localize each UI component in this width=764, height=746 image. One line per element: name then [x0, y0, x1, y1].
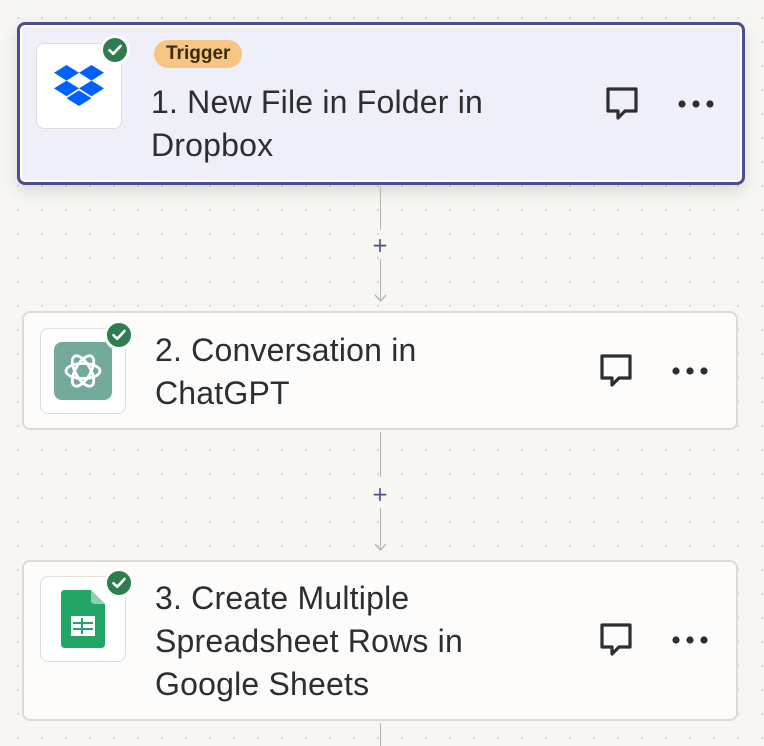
step-2-title-line-1: 2. Conversation in [155, 332, 417, 368]
trigger-badge: Trigger [154, 40, 243, 68]
step-2-title: 2. Conversation in ChatGPT [155, 329, 575, 415]
chatgpt-icon [54, 342, 112, 400]
step-1-title-line-2: Dropbox [151, 127, 274, 163]
connector-line [380, 432, 381, 477]
step-3-comment-button[interactable] [596, 620, 636, 660]
connector-line [380, 186, 381, 230]
step-2-check-icon [104, 320, 134, 350]
add-step-button-2[interactable]: + [366, 482, 394, 506]
comment-icon [600, 354, 632, 387]
step-3-title-line-1: 3. Create Multiple [155, 580, 410, 616]
app-tile-chatgpt [40, 320, 134, 414]
app-tile-dropbox [36, 35, 130, 129]
step-card-1[interactable]: Trigger 1. New File in Folder in Dropbox [17, 22, 745, 185]
app-tile-google-sheets [40, 568, 134, 662]
add-step-button-1[interactable]: + [366, 233, 394, 257]
step-1-title-line-1: 1. New File in Folder in [151, 84, 484, 120]
step-2-title-line-2: ChatGPT [155, 375, 290, 411]
google-sheets-icon [61, 590, 105, 648]
step-1-more-button[interactable] [676, 84, 716, 124]
step-2-comment-button[interactable] [596, 351, 636, 391]
step-3-title: 3. Create Multiple Spreadsheet Rows in G… [155, 577, 575, 706]
connector-line [380, 723, 381, 746]
dropbox-icon [54, 65, 104, 106]
comment-icon [606, 87, 638, 120]
step-1-title: 1. New File in Folder in Dropbox [151, 81, 571, 167]
step-3-check-icon [104, 568, 134, 598]
connector-arrow-icon [374, 543, 387, 551]
connector-arrow-icon [374, 294, 387, 302]
step-2-more-button[interactable] [670, 351, 710, 391]
more-options-icon [678, 100, 714, 108]
step-1-check-icon [100, 35, 130, 65]
step-card-2[interactable]: 2. Conversation in ChatGPT [22, 311, 738, 430]
step-card-3[interactable]: 3. Create Multiple Spreadsheet Rows in G… [22, 560, 738, 721]
more-options-icon [672, 636, 708, 644]
step-1-comment-button[interactable] [602, 84, 642, 124]
step-3-title-line-2: Spreadsheet Rows in [155, 623, 463, 659]
more-options-icon [672, 367, 708, 375]
comment-icon [600, 623, 632, 656]
step-3-title-line-3: Google Sheets [155, 666, 370, 702]
step-3-more-button[interactable] [670, 620, 710, 660]
